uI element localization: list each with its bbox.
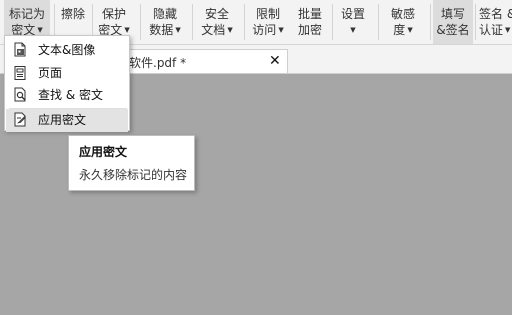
menu-item-label: 文本&图像 [38,43,96,57]
dropdown-arrow-icon: ▼ [505,26,511,34]
hide-data-line2: 数据 [149,23,174,37]
fill-sign-line2: &签名 [436,23,470,37]
menu-item-label: 查找 & 密文 [38,88,103,102]
dropdown-arrow-icon: ▼ [175,26,181,34]
apply-redaction-tooltip: 应用密文 永久移除标记的内容 [68,135,195,191]
dropdown-arrow-icon: ▼ [278,26,284,34]
close-tab-icon[interactable]: ✕ [269,53,281,69]
mark-redaction-line1: 标记为 [8,7,45,21]
search-redact-icon [14,87,26,102]
dropdown-arrow-icon: ▼ [350,26,356,34]
erase-label: 擦除 [60,7,85,21]
menu-item-text-image[interactable]: 文本&图像 [6,39,128,62]
menu-item-apply-redaction[interactable]: 应用密文 [6,109,128,132]
batch-encrypt-line1: 批量 [297,7,322,21]
separator [244,4,245,40]
separator [378,4,379,40]
menu-item-label: 页面 [38,66,63,80]
sensitivity-button[interactable]: 敏感 度 ▼ [382,0,424,44]
text-image-icon [14,42,26,57]
separator [332,4,333,40]
document-tab-title: 软件.pdf * [129,56,187,70]
separator [430,4,431,40]
sign-certify-button[interactable]: 签名 & 认证▼ [477,0,512,44]
settings-label: 设置 [340,7,365,21]
restrict-access-line1: 限制 [255,7,280,21]
page-icon [14,66,26,80]
sensitivity-line1: 敏感 [390,7,415,21]
fill-sign-button[interactable]: 填写 &签名 [433,0,473,44]
dropdown-arrow-icon: ▼ [407,26,413,34]
sign-certify-line1: 签名 & [479,7,512,21]
batch-encrypt-button[interactable]: 批量 加密 [292,0,328,44]
secure-document-line1: 安全 [204,7,229,21]
sensitivity-line2: 度 [393,23,406,37]
separator [475,4,476,40]
document-tab[interactable]: 软件.pdf * ✕ [108,49,288,73]
dropdown-arrow-icon: ▼ [227,26,233,34]
redaction-dropdown-menu: 文本&图像 页面 查找 & 密文 应用密文 [4,35,130,132]
separator [192,4,193,40]
restrict-access-button[interactable]: 限制 访问 ▼ [248,0,288,44]
restrict-access-line2: 访问 [252,23,277,37]
tooltip-description: 永久移除标记的内容 [79,168,188,182]
hide-data-line1: 隐藏 [152,7,177,21]
sign-certify-line2: 认证 [479,23,504,37]
menu-item-page[interactable]: 页面 [6,62,128,85]
batch-encrypt-line2: 加密 [297,23,322,37]
protect-redaction-line1: 保护 [101,7,126,21]
secure-document-button[interactable]: 安全 文档 ▼ [196,0,238,44]
hide-data-button[interactable]: 隐藏 数据 ▼ [144,0,186,44]
apply-redaction-icon [14,112,26,127]
secure-document-line2: 文档 [201,23,226,37]
menu-item-label: 应用密文 [38,113,87,127]
settings-button[interactable]: 设置 ▼ [334,0,372,44]
separator [140,4,141,40]
tooltip-title: 应用密文 [79,145,128,159]
fill-sign-line1: 填写 [440,7,465,21]
menu-item-search-redact[interactable]: 查找 & 密文 [6,84,128,107]
